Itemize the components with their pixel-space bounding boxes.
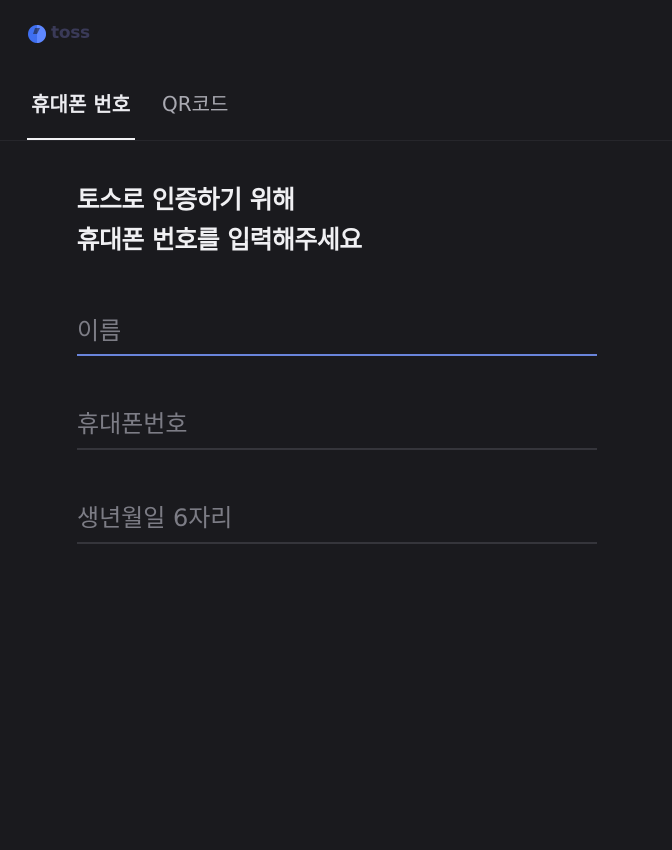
page-title: 토스로 인증하기 위해 휴대폰 번호를 입력해주세요 [77,180,363,260]
auth-method-tabs: 휴대폰 번호 QR코드 [0,74,672,141]
name-input[interactable] [77,309,597,353]
logo-wordmark: toss [51,23,90,43]
active-tab-indicator [27,138,135,140]
tab-qr-code[interactable]: QR코드 [162,92,228,116]
page-title-line-2: 휴대폰 번호를 입력해주세요 [77,225,363,254]
toss-logo-icon [28,25,46,43]
name-field [77,309,597,357]
phone-field [77,402,597,450]
toss-logo: toss [26,22,90,46]
birthdate-input[interactable] [77,496,597,540]
phone-input[interactable] [77,402,597,446]
phone-input-underline [77,448,597,450]
tab-phone-number[interactable]: 휴대폰 번호 [27,92,135,116]
name-input-underline [77,354,597,356]
birthdate-input-underline [77,542,597,544]
page-title-line-1: 토스로 인증하기 위해 [77,185,295,214]
birthdate-field [77,496,597,544]
